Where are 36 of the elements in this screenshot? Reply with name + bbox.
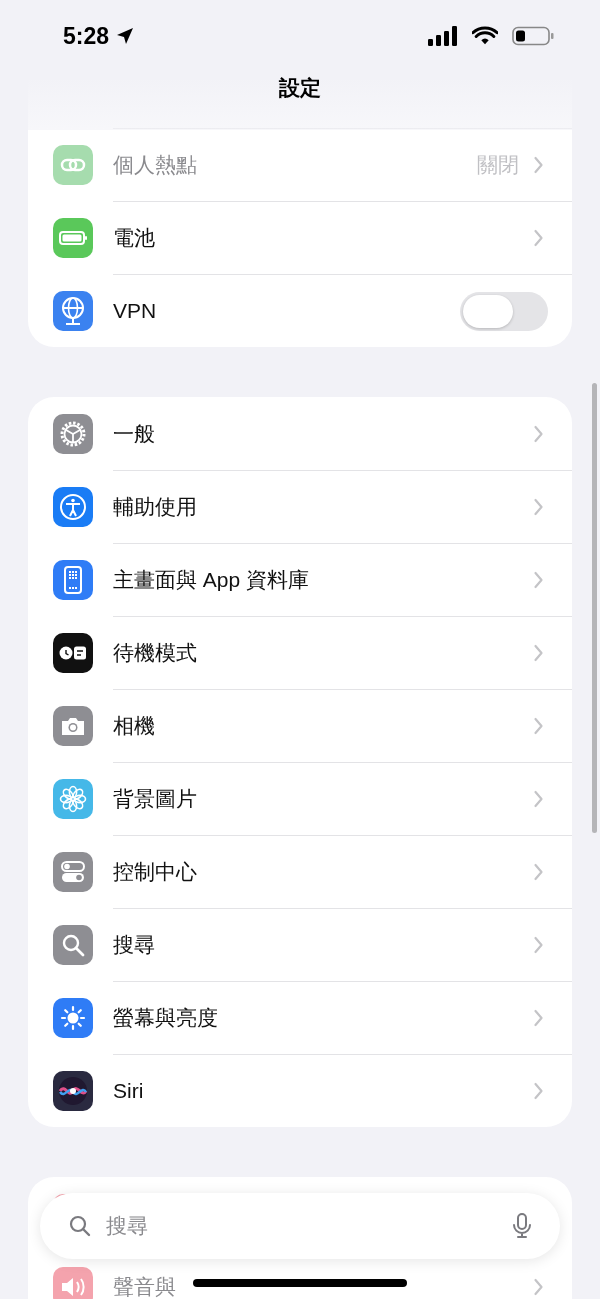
row-label[interactable]: 一般 bbox=[113, 419, 155, 448]
row-label[interactable]: 輔助使用 bbox=[113, 493, 197, 521]
row-label[interactable]: 控制中心 bbox=[113, 858, 197, 886]
signal-icon bbox=[428, 26, 458, 46]
chevron-icon bbox=[533, 1277, 544, 1296]
row-label[interactable]: 主畫面與 App 資料庫 bbox=[113, 566, 310, 594]
location-arrow-icon bbox=[115, 26, 136, 46]
row-label[interactable]: 背景圖片 bbox=[113, 785, 197, 813]
chevron-icon bbox=[533, 1009, 544, 1027]
row-label[interactable]: 螢幕與亮度 bbox=[113, 1004, 218, 1032]
toggle-switch[interactable] bbox=[460, 291, 548, 331]
chevron-icon bbox=[533, 1082, 544, 1100]
search-field[interactable]: 搜尋 bbox=[104, 1213, 500, 1239]
row-label[interactable]: 待機模式 bbox=[113, 639, 197, 667]
chevron-icon bbox=[533, 863, 544, 881]
chevron-icon bbox=[533, 571, 544, 589]
chevron-icon bbox=[533, 790, 544, 808]
microphone-icon[interactable] bbox=[512, 1212, 532, 1240]
chevron-icon bbox=[533, 717, 544, 735]
chevron-icon bbox=[533, 156, 544, 174]
navigation-title: 設定 bbox=[278, 75, 322, 101]
wifi-icon bbox=[472, 26, 498, 46]
row-value: 關閉 bbox=[477, 152, 519, 178]
chevron-icon bbox=[533, 424, 544, 443]
status-time: 5:28 bbox=[63, 22, 110, 50]
row-label[interactable]: Siri bbox=[113, 1079, 144, 1103]
chevron-icon bbox=[533, 498, 544, 516]
row-label[interactable]: VPN bbox=[113, 299, 157, 323]
chevron-icon bbox=[533, 936, 544, 954]
chevron-icon bbox=[533, 644, 544, 662]
row-label[interactable]: 電池 bbox=[113, 224, 155, 252]
battery-icon bbox=[512, 26, 554, 46]
row-label[interactable]: 搜尋 bbox=[113, 931, 155, 959]
chevron-icon bbox=[533, 229, 544, 247]
search-icon bbox=[68, 1214, 92, 1238]
row-label[interactable]: 相機 bbox=[113, 712, 155, 740]
